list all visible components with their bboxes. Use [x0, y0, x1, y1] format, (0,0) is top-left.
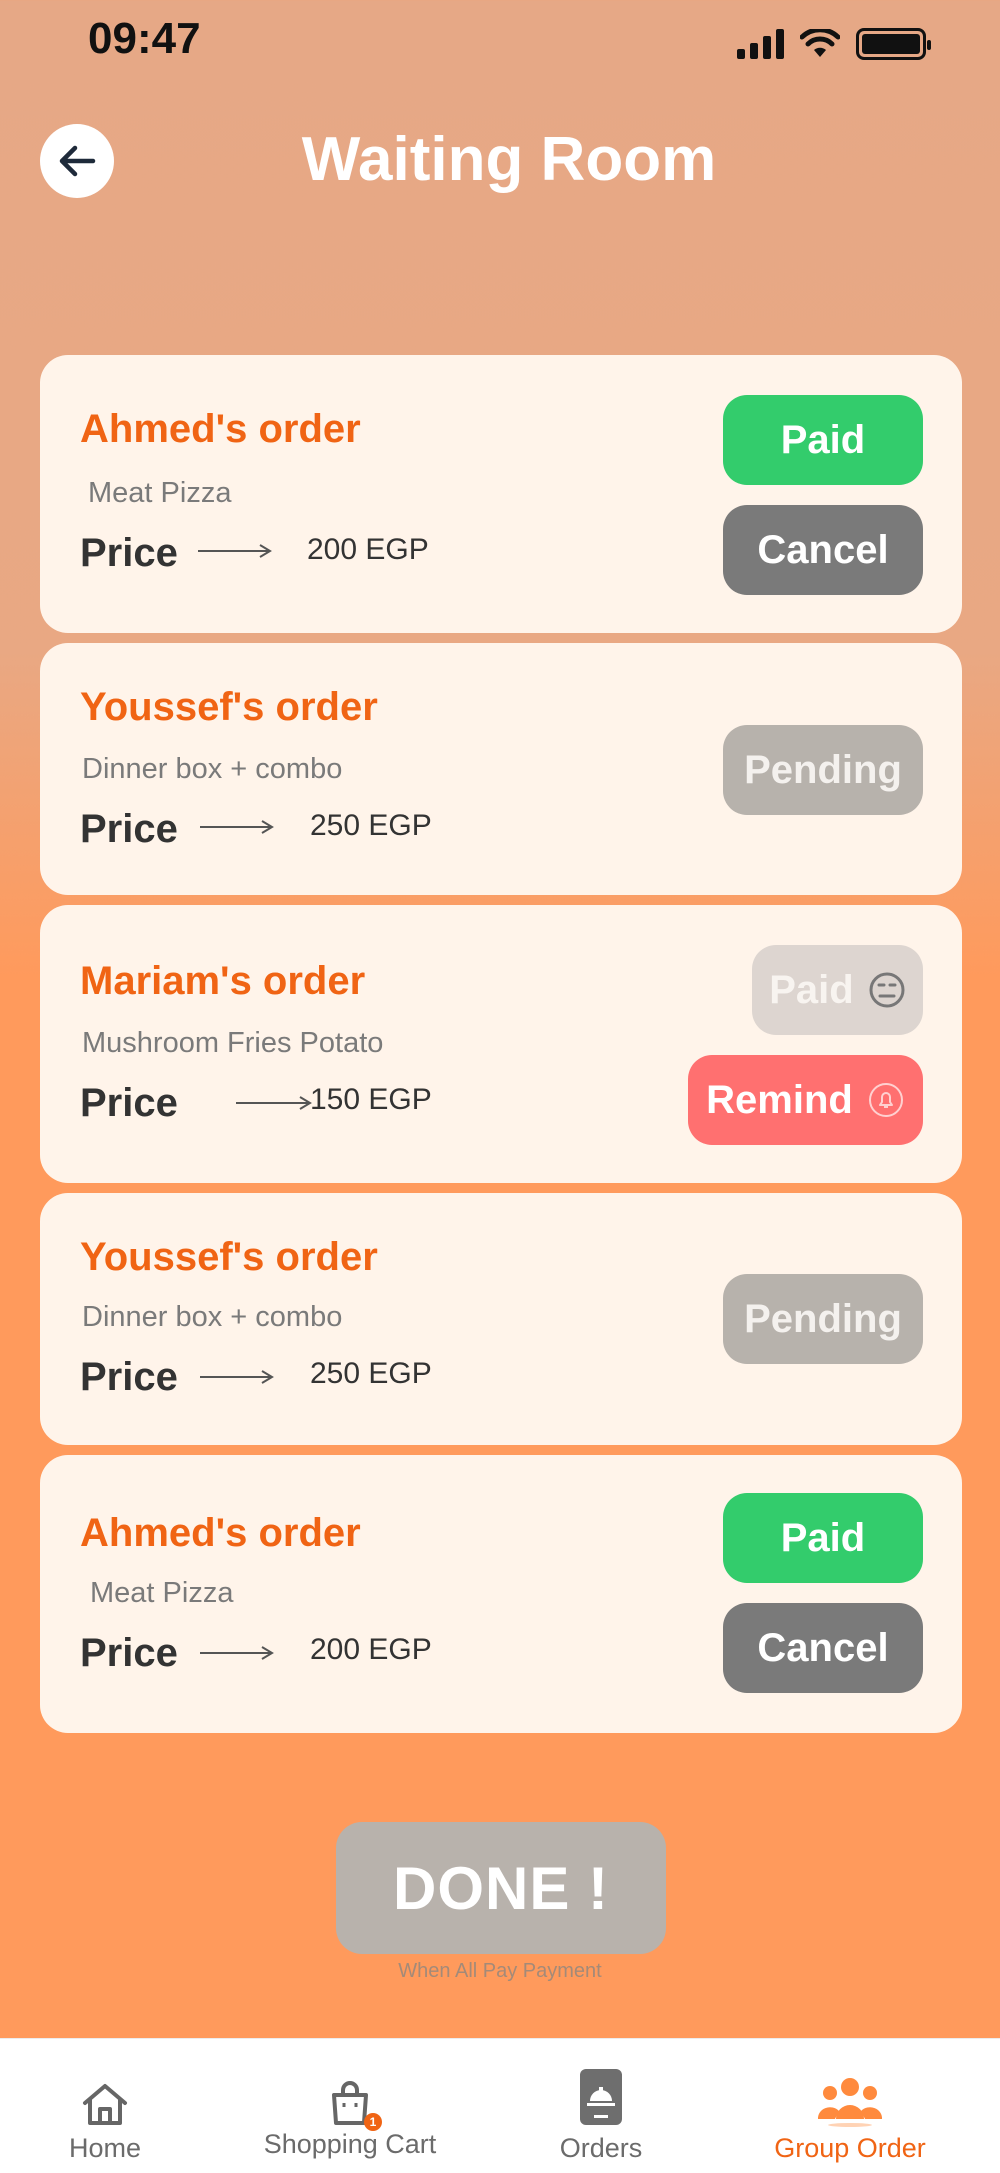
cart-badge: 1 [364, 2113, 382, 2131]
order-name: Youssef's order [80, 1235, 378, 1279]
orders-icon [580, 2069, 622, 2125]
order-card: Ahmed's order Meat Pizza Price 200 EGP P… [40, 1455, 962, 1733]
paid-button[interactable]: Paid [723, 1493, 923, 1583]
order-name: Mariam's order [80, 959, 366, 1003]
tab-orders[interactable]: Orders [541, 2039, 661, 2173]
order-card: Mariam's order Mushroom Fries Potato Pri… [40, 905, 962, 1183]
order-card: Youssef's order Dinner box + combo Price… [40, 643, 962, 895]
remind-button[interactable]: Remind [688, 1055, 923, 1145]
arrow-right-icon [198, 544, 272, 558]
order-item: Meat Pizza [88, 477, 232, 509]
paid-label: Paid [769, 967, 854, 1012]
tab-group-order[interactable]: Group Order [765, 2039, 935, 2173]
tab-label: Home [68, 2133, 142, 2163]
arrow-right-icon [200, 820, 274, 834]
tab-label: Group Order [774, 2133, 926, 2163]
price-label: Price [80, 1081, 178, 1125]
done-button[interactable]: DONE ! [336, 1822, 666, 1954]
tab-label: Shopping Cart [263, 2129, 437, 2159]
order-item: Meat Pizza [90, 1577, 234, 1609]
done-caption: When All Pay Payment [398, 1960, 602, 1982]
remind-label: Remind [706, 1077, 853, 1122]
order-card: Youssef's order Dinner box + combo Price… [40, 1193, 962, 1445]
bell-icon [868, 1083, 903, 1117]
group-icon [817, 2078, 883, 2127]
order-item: Dinner box + combo [82, 753, 343, 785]
order-name: Youssef's order [80, 685, 378, 729]
status-time: 09:47 [88, 14, 201, 63]
pending-button[interactable]: Pending [723, 1274, 923, 1364]
arrow-right-icon [200, 1646, 274, 1660]
price-label: Price [80, 807, 178, 851]
status-bar: 09:47 [0, 0, 1000, 90]
arrow-right-icon [236, 1096, 312, 1110]
price-label: Price [80, 1355, 178, 1399]
battery-icon [856, 28, 931, 60]
price-value: 150 EGP [310, 1083, 432, 1116]
price-value: 200 EGP [307, 533, 429, 566]
wifi-icon [800, 29, 840, 57]
order-item: Mushroom Fries Potato [82, 1027, 384, 1059]
order-card: Ahmed's order Meat Pizza Price 200 EGP P… [40, 355, 962, 633]
tab-label: Orders [559, 2133, 643, 2163]
tab-home[interactable]: Home [40, 2039, 170, 2173]
price-label: Price [80, 1631, 178, 1675]
order-name: Ahmed's order [80, 1511, 361, 1555]
price-value: 250 EGP [310, 1357, 432, 1390]
order-name: Ahmed's order [80, 407, 361, 451]
status-icons [737, 28, 931, 60]
price-label: Price [80, 531, 178, 575]
order-item: Dinner box + combo [82, 1301, 343, 1333]
pending-button[interactable]: Pending [723, 725, 923, 815]
arrow-right-icon [200, 1370, 274, 1384]
cancel-button[interactable]: Cancel [723, 1603, 923, 1693]
tab-bar: Home 1 Shopping Cart Orders Group Order [0, 2038, 1000, 2173]
cellular-signal-icon [737, 29, 784, 59]
price-value: 200 EGP [310, 1633, 432, 1666]
paid-button[interactable]: Paid [723, 395, 923, 485]
page-title: Waiting Room [301, 125, 717, 194]
paid-button[interactable]: Paid [752, 945, 923, 1035]
price-value: 250 EGP [310, 809, 432, 842]
home-icon [83, 2084, 127, 2125]
tab-shopping-cart[interactable]: 1 Shopping Cart [250, 2039, 450, 2173]
cancel-button[interactable]: Cancel [723, 505, 923, 595]
unamused-face-icon [869, 972, 905, 1008]
